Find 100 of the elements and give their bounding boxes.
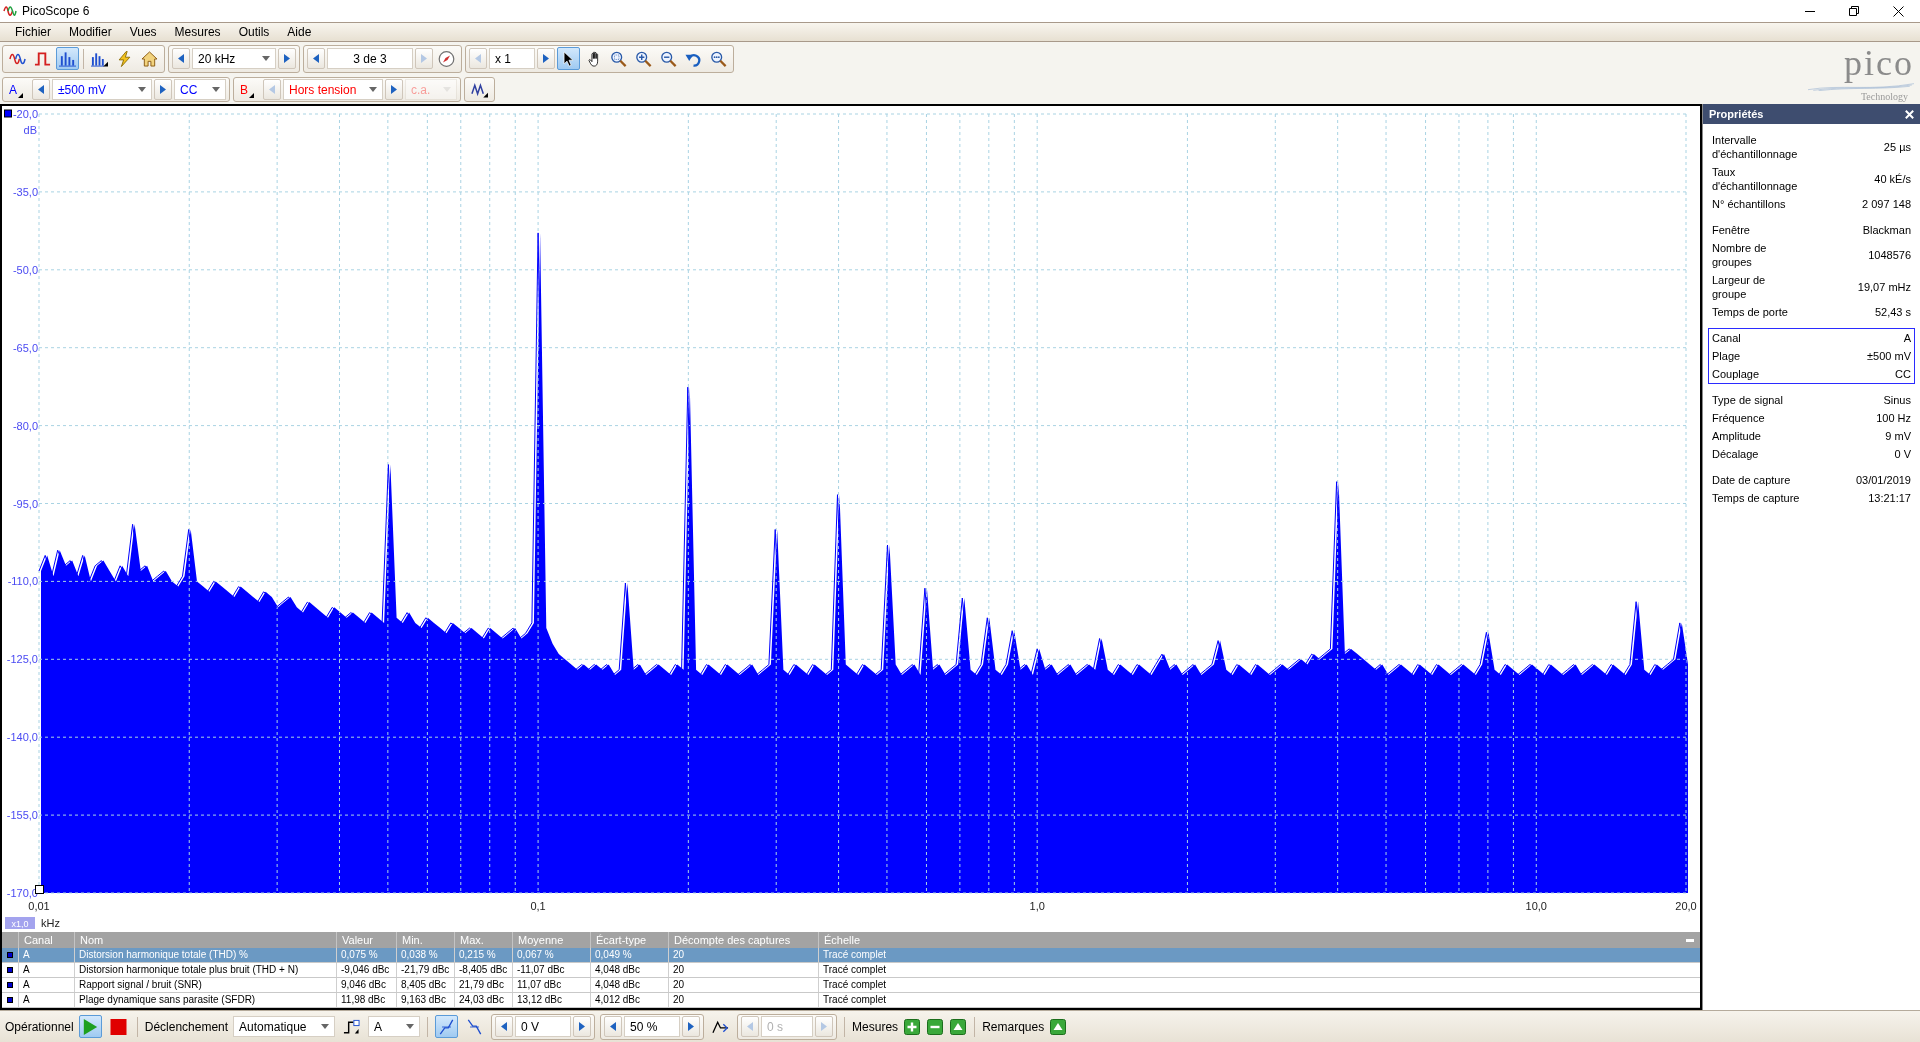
menu-item[interactable]: Fichier [6, 23, 60, 41]
table-cell: A [18, 978, 74, 992]
range-dropdown[interactable]: Hors tension [283, 79, 383, 100]
property-value: 9 mV [1885, 429, 1911, 443]
left-triangle-icon [313, 54, 319, 63]
row-marker-icon [7, 952, 13, 958]
run-button[interactable] [78, 1015, 102, 1038]
right-triangle-icon [543, 54, 549, 63]
property-value: ±500 mV [1867, 349, 1911, 363]
trigger-source-dropdown[interactable]: A [368, 1016, 421, 1037]
left-triangle-icon [38, 85, 44, 94]
expand-button[interactable] [949, 1017, 968, 1036]
square-pulse-icon [34, 50, 51, 67]
minus-button[interactable] [926, 1017, 945, 1036]
x-axis-unit: kHz [41, 917, 60, 929]
compass-icon [438, 50, 455, 67]
zoom-out-icon [660, 50, 677, 67]
menu-item[interactable]: Aide [278, 23, 321, 41]
next-button[interactable] [278, 48, 296, 69]
previous-button[interactable] [172, 48, 190, 69]
property-label: Temps de porte [1712, 305, 1788, 319]
pointer-tool-button[interactable] [557, 47, 580, 70]
zigzag-wave-icon [471, 81, 488, 98]
table-cell: 21,79 dBc [454, 978, 512, 992]
row-marker-icon [7, 967, 13, 973]
magnifier-icon [610, 50, 627, 67]
channel-marker-icon[interactable] [4, 109, 12, 118]
buffer-counter-field[interactable]: 3 de 3 [327, 48, 413, 69]
previous-button[interactable] [495, 1016, 514, 1037]
frequency-range-dropdown[interactable]: 20 kHz [192, 48, 276, 69]
table-row[interactable]: A Distorsion harmonique totale plus bruit (THD + N) -9,046 dBc -21,79 dBc -8,405 dBc -11,07 dBc 4,048 dBc 20 Tracé complet [2, 963, 1700, 978]
y-axis-label: -95,0 [12, 497, 38, 510]
channel-button[interactable]: B [237, 79, 261, 100]
zoom-factor-field[interactable]: x 1 [489, 48, 535, 69]
table-cell: 0,067 % [512, 948, 590, 962]
row-marker-icon [7, 982, 13, 988]
play-icon [81, 1018, 99, 1035]
trigger-level-field[interactable]: 0 V [515, 1016, 572, 1037]
menu-item[interactable]: Outils [229, 23, 279, 41]
table-cell: 13,12 dBc [512, 993, 590, 1007]
falling-edge-icon [466, 1018, 484, 1035]
previous-button[interactable] [307, 48, 325, 69]
previous-button[interactable] [32, 79, 50, 100]
range-dropdown[interactable]: ±500 mV [52, 79, 152, 100]
table-row[interactable]: A Plage dynamique sans parasite (SFDR) 11,98 dBc 9,163 dBc 24,03 dBc 13,12 dBc 4,012 dBc 20 Tracé complet [2, 993, 1700, 1008]
table-cell: 24,03 dBc [454, 993, 512, 1007]
y-axis-label: -110,0 [7, 575, 38, 588]
next-button[interactable] [154, 79, 172, 100]
next-button[interactable] [537, 48, 555, 69]
property-label: Canal [1712, 331, 1741, 345]
left-triangle-icon [269, 85, 275, 94]
table-cell: 0,075 % [336, 948, 396, 962]
spectrum-view-button[interactable] [56, 47, 79, 70]
menu-item[interactable]: Mesures [165, 23, 230, 41]
property-label: N° échantillons [1712, 197, 1786, 211]
table-cell: 20 [668, 978, 818, 992]
add-measurement-button[interactable] [903, 1017, 922, 1036]
table-row[interactable]: A Rapport signal / bruit (SNR) 9,046 dBc 8,405 dBc 21,79 dBc 11,07 dBc 4,048 dBc 20 Tracé complet [2, 978, 1700, 993]
next-button[interactable] [385, 79, 403, 100]
next-button[interactable] [682, 1016, 701, 1037]
notes-label: Remarques [982, 1019, 1045, 1034]
property-value: 100 Hz [1876, 411, 1911, 425]
property-value: Blackman [1862, 223, 1911, 237]
bar-chart-icon [91, 50, 108, 67]
y-axis-label: -125,0 [6, 653, 38, 666]
logo-tagline: Technology [1860, 91, 1909, 103]
coupling-dropdown[interactable]: CC [174, 79, 226, 100]
table-cell: Tracé complet [818, 948, 1680, 962]
previous-button[interactable] [604, 1016, 623, 1037]
y-axis-unit: dB [23, 124, 37, 136]
menu-item[interactable]: Modifier [60, 23, 121, 41]
logo-wordmark: pico [1844, 43, 1914, 83]
property-value: 1048576 [1868, 248, 1911, 262]
lightning-icon [116, 50, 133, 67]
menu-item[interactable]: Vues [120, 23, 166, 41]
property-value: 19,07 mHz [1857, 280, 1911, 294]
trigger-mode-dropdown[interactable]: Automatique [233, 1016, 336, 1037]
panel-title: Propriétés [1709, 108, 1765, 120]
corner-triangle-icon [249, 93, 254, 98]
table-cell: 0,215 % [454, 948, 512, 962]
property-value: 52,43 s [1874, 305, 1911, 319]
table-cell: Tracé complet [818, 978, 1680, 992]
table-cell: 4,048 dBc [590, 978, 668, 992]
rising-edge-button[interactable] [435, 1015, 459, 1038]
right-triangle-icon [160, 85, 166, 94]
table-cell: A [18, 993, 74, 1007]
row-marker-icon [7, 997, 13, 1003]
property-value: 13:21:17 [1868, 491, 1911, 505]
expand-button[interactable] [1049, 1017, 1068, 1036]
pretrigger-field[interactable]: 50 % [624, 1016, 681, 1037]
channel-button[interactable]: A [6, 79, 30, 100]
table-cell: 8,405 dBc [396, 978, 454, 992]
property-value: 03/01/2019 [1855, 473, 1911, 487]
table-cell: 20 [668, 948, 818, 962]
next-button[interactable] [573, 1016, 592, 1037]
table-cell: Distorsion harmonique totale plus bruit (THD + N) [74, 963, 336, 977]
app-icon [3, 5, 17, 17]
measurements-label: Mesures [852, 1019, 899, 1034]
minimize-icon [1805, 10, 1815, 12]
close-button[interactable] [1902, 107, 1916, 121]
